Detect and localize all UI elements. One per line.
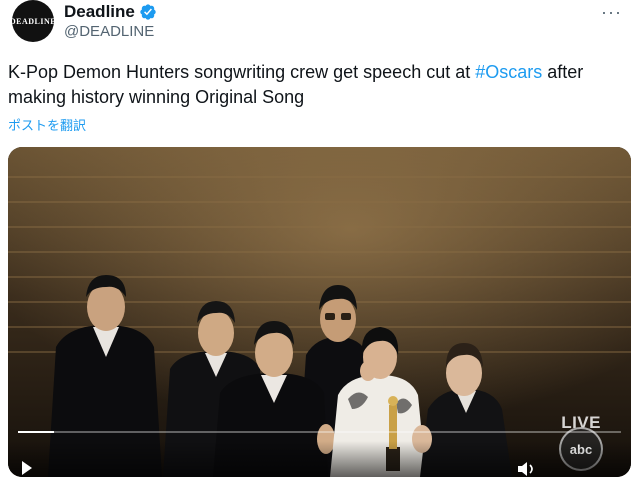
verified-badge-icon	[140, 4, 156, 20]
video-frame	[8, 147, 631, 477]
more-options-icon[interactable]: ···	[601, 2, 622, 23]
video-progress-fill	[18, 431, 55, 433]
handle[interactable]: @DEADLINE	[64, 23, 154, 40]
display-name[interactable]: Deadline	[64, 2, 135, 22]
volume-icon[interactable]	[516, 461, 538, 477]
avatar-logo-text: DEADLINE	[9, 16, 57, 26]
hashtag-link[interactable]: #Oscars	[475, 62, 542, 82]
translate-post-link[interactable]: ポストを翻訳	[8, 115, 86, 134]
video-progress-bar[interactable]	[18, 431, 621, 433]
tweet-header: DEADLINE Deadline @DEADLINE ···	[9, 0, 622, 48]
video-controls	[8, 441, 631, 477]
tweet-text-before: K-Pop Demon Hunters songwriting crew get…	[8, 62, 476, 82]
name-row: Deadline	[64, 2, 157, 22]
play-icon[interactable]	[22, 461, 32, 475]
video-player[interactable]: LIVE abc	[8, 147, 631, 477]
avatar[interactable]: DEADLINE	[9, 0, 57, 42]
tweet-text: K-Pop Demon Hunters songwriting crew get…	[8, 60, 623, 110]
